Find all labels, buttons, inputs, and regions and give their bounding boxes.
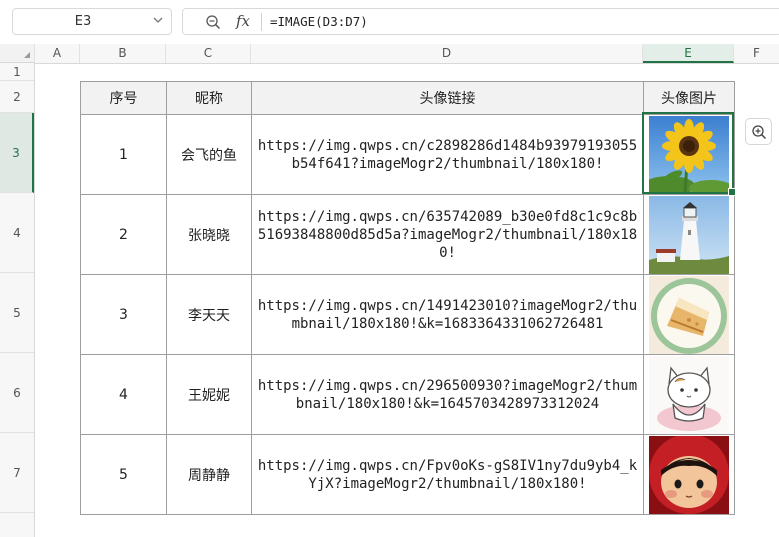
cell-nickname[interactable]: 会飞的鱼 [166, 114, 252, 195]
table-row: 5 周静静 https://img.qwps.cn/Fpv0oKs-gS8IV1… [80, 434, 735, 515]
row-header-2[interactable]: 2 [0, 81, 34, 113]
cell-image[interactable] [643, 354, 735, 435]
row-header-7[interactable]: 7 [0, 433, 34, 513]
sunflower-image [649, 115, 729, 194]
formula-bar: E3 fx =IMAGE(D3:D7) [0, 0, 779, 44]
cell-nickname[interactable]: 张晓晓 [166, 194, 252, 275]
row-header-1[interactable]: 1 [0, 63, 34, 81]
red-hood-doll-image [649, 435, 729, 514]
table-row: 2 张晓晓 https://img.qwps.cn/635742089_b30e… [80, 194, 735, 275]
column-header-a[interactable]: A [35, 44, 80, 63]
row-headers: 1 2 3 4 5 6 7 [0, 63, 35, 537]
lighthouse-image [649, 195, 729, 274]
formula-input[interactable]: =IMAGE(D3:D7) [270, 14, 368, 29]
column-header-e[interactable]: E [643, 44, 734, 63]
column-header-b[interactable]: B [80, 44, 166, 63]
row-header-6[interactable]: 6 [0, 353, 34, 433]
cartoon-cat-image [649, 355, 729, 434]
header-row: 序号 昵称 头像链接 头像图片 [80, 81, 735, 115]
cell-image[interactable] [643, 274, 735, 355]
data-table: 序号 昵称 头像链接 头像图片 1 会飞的鱼 https://img.qwps.… [80, 81, 735, 515]
column-header-c[interactable]: C [166, 44, 251, 63]
cell-url[interactable]: https://img.qwps.cn/635742089_b30e0fd8c1… [251, 194, 644, 275]
cell-url[interactable]: https://img.qwps.cn/Fpv0oKs-gS8IV1ny7du9… [251, 434, 644, 515]
cell-no[interactable]: 1 [80, 114, 167, 195]
cell-no[interactable]: 3 [80, 274, 167, 355]
cell-nickname[interactable]: 周静静 [166, 434, 252, 515]
zoom-icon[interactable] [205, 14, 221, 30]
table-row: 3 李天天 https://img.qwps.cn/1491423010?ima… [80, 274, 735, 355]
cell-image[interactable] [643, 194, 735, 275]
header-cell-nickname[interactable]: 昵称 [166, 81, 252, 115]
cake-image [649, 275, 729, 354]
name-box-value: E3 [74, 14, 92, 29]
cell-image[interactable] [643, 434, 735, 515]
name-box[interactable]: E3 [12, 8, 172, 35]
cell-no[interactable]: 4 [80, 354, 167, 435]
table-row: 1 会飞的鱼 https://img.qwps.cn/c2898286d1484… [80, 114, 735, 195]
row-header-3[interactable]: 3 [0, 113, 34, 193]
column-header-d[interactable]: D [251, 44, 643, 63]
chevron-down-icon[interactable] [153, 15, 163, 25]
row-header-5[interactable]: 5 [0, 273, 34, 353]
cell-nickname[interactable]: 李天天 [166, 274, 252, 355]
header-cell-avatar-image[interactable]: 头像图片 [643, 81, 735, 115]
table-row: 4 王妮妮 https://img.qwps.cn/296500930?imag… [80, 354, 735, 435]
cell-image[interactable] [643, 114, 735, 195]
select-all-corner[interactable] [0, 44, 35, 63]
row-header-4[interactable]: 4 [0, 193, 34, 273]
column-header-f[interactable]: F [734, 44, 779, 63]
cell-url[interactable]: https://img.qwps.cn/296500930?imageMogr2… [251, 354, 644, 435]
cell-nickname[interactable]: 王妮妮 [166, 354, 252, 435]
column-headers: A B C D E F [35, 44, 779, 64]
image-zoom-button[interactable] [745, 118, 772, 145]
formula-separator [261, 13, 262, 31]
select-all-triangle-icon [24, 52, 30, 58]
cell-url[interactable]: https://img.qwps.cn/1491423010?imageMogr… [251, 274, 644, 355]
header-cell-avatar-link[interactable]: 头像链接 [251, 81, 644, 115]
cell-no[interactable]: 2 [80, 194, 167, 275]
header-cell-no[interactable]: 序号 [80, 81, 167, 115]
zoom-in-icon [752, 125, 767, 140]
cell-no[interactable]: 5 [80, 434, 167, 515]
function-icon[interactable]: fx [236, 12, 250, 30]
formula-input-area[interactable]: fx =IMAGE(D3:D7) [182, 8, 779, 35]
cell-url[interactable]: https://img.qwps.cn/c2898286d1484b939791… [251, 114, 644, 195]
